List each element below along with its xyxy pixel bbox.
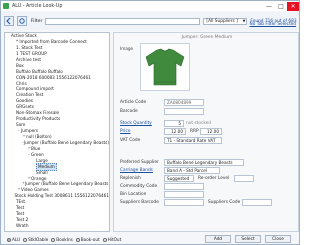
radio-book-out[interactable] [75,237,80,242]
suppliers-code-field[interactable] [242,199,272,206]
preferred-supplier-select[interactable]: Buffalo Bene Legendary Beasts [164,159,244,166]
suppliers-barcode-field[interactable] [164,199,204,206]
article-code-label: Article Code [120,100,147,105]
tree-item-label: Wrath [16,223,29,228]
article-image [140,43,190,91]
select-button[interactable]: Select [235,235,261,243]
image-label: Image [120,46,134,51]
mode-radio-group: ALU StkIOable BookIns Book-out HitOut [4,236,204,243]
supplier-select-value: [All Suppliers ] [206,18,238,24]
radio-label: ALU [12,237,21,242]
alu-window: ALU - Article Look-Up — □ ✕ Filter [All … [0,0,300,245]
suppliers-barcode-label: Suppliers Barcode [120,200,159,205]
vat-code-label: VAT Code [120,138,141,143]
window-title: ALU - Article Look-Up [12,3,63,9]
radio-alu[interactable] [7,237,11,242]
chevron-down-icon: ▼ [242,19,246,23]
commodity-code-field[interactable] [164,183,204,190]
vat-code-select[interactable]: T1 - Standard Rate VAT [164,137,222,144]
barcode-label: Barcode [120,109,138,114]
tree-item-label: Stock Holding Test 3008611 1556122076461 [14,193,109,199]
rrp-field[interactable]: 12.00 [200,128,222,135]
stock-quantity-field[interactable]: 5 [164,120,184,127]
action-buttons: Add Select Close [201,235,291,243]
commodity-code-label: Commodity Code [120,184,158,189]
article-header: Jumper: Green Medium [181,35,233,40]
maximize-button[interactable]: □ [275,2,287,11]
tree-item-label: CON-2018 600083 1556122076461 [16,74,91,80]
suppliers-code-label: Suppliers Code [208,200,241,205]
replenish-select[interactable]: Suggested [164,175,194,182]
price-link[interactable]: Price [120,129,130,134]
barcode-field[interactable] [164,108,204,115]
category-tree[interactable]: Active Stock * Imported from Barcode Conn… [4,32,110,232]
radio-stkioable[interactable] [23,237,28,242]
radio-label: Book-out [80,237,100,242]
rrp-label: RRP [190,129,199,134]
title-bar: ALU - Article Look-Up — □ ✕ [1,1,299,11]
supplier-select[interactable]: [All Suppliers ] ▼ [203,17,248,25]
close-button[interactable]: Close [265,235,291,243]
carriage-bands-link[interactable]: Carriage Bands [120,168,153,173]
toolbar: Filter [All Suppliers ] ▼ Found 716 out … [1,12,299,30]
article-code-field[interactable]: ZA0804899 [164,99,204,106]
bin-location-field[interactable] [164,191,204,198]
minimize-button[interactable]: — [263,2,275,11]
radio-bookins[interactable] [51,237,56,242]
radio-hitout[interactable] [102,237,107,242]
stock-note: not stocked [186,121,212,126]
filter-input[interactable] [45,17,201,25]
jumper-icon [145,48,185,86]
replenish-label: Replenish [120,176,141,181]
carriage-bands-select[interactable]: Band A - Std Parcel [164,167,220,174]
article-detail-panel: Jumper: Green Medium Image Article Code … [113,32,299,232]
tree-item[interactable]: Wrath [5,223,109,229]
add-button[interactable]: Add [205,235,231,243]
reorder-level-label: Re-order Level [198,176,230,181]
filter-label: Filter [31,18,43,24]
radio-label: HitOut [107,237,122,242]
bin-location-label: Bin Location [120,192,147,197]
radio-label: BookIns [56,237,73,242]
tab-filter-link[interactable]: No Tab Filter Selected [250,22,296,27]
preferred-supplier-label: Preferred Supplier [120,160,159,165]
settings-icon[interactable] [17,16,27,26]
app-icon [3,3,9,9]
price-field[interactable]: 12.00 [164,128,186,135]
back-icon[interactable] [4,16,14,26]
stock-quantity-link[interactable]: Stock Quantity [120,121,152,126]
reorder-level-field[interactable] [234,175,254,182]
radio-label: StkIOable [28,237,49,242]
close-window-button[interactable]: ✕ [287,1,299,11]
